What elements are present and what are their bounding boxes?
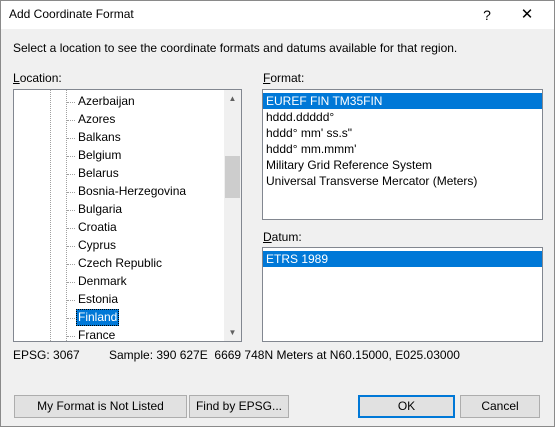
datum-item[interactable]: ETRS 1989 [263,251,542,267]
location-item-czech-republic[interactable]: Czech Republic [76,255,164,272]
tree-connector [67,336,75,337]
find-by-epsg-button[interactable]: Find by EPSG... [189,395,289,418]
tree-connector [67,156,75,157]
scrollbar-thumb[interactable] [225,156,240,198]
format-list[interactable]: EUREF FIN TM35FIN hddd.ddddd° hddd° mm' ss… [262,89,543,220]
sample-coordinate: Sample: 390 627E 6669 748N Meters at N60… [109,348,460,362]
location-item-croatia[interactable]: Croatia [76,219,119,236]
tree-connector [67,300,75,301]
location-label: Location: [13,71,62,85]
format-label-text: ormat: [270,71,305,85]
tree-guide-line [50,90,51,341]
location-item-finland[interactable]: Finland [76,309,120,326]
tree-connector [67,318,75,319]
scroll-up-icon[interactable]: ▲ [224,90,241,107]
format-item[interactable]: Military Grid Reference System [263,157,542,173]
tree-connector [67,246,75,247]
datum-list[interactable]: ETRS 1989 [262,247,543,342]
close-icon[interactable]: ✕ [515,4,539,26]
location-item-bulgaria[interactable]: Bulgaria [76,201,124,218]
tree-connector [67,192,75,193]
format-item[interactable]: hddd° mm' ss.s" [263,125,542,141]
format-item[interactable]: Universal Transverse Mercator (Meters) [263,173,542,189]
location-tree[interactable]: Azerbaijan Azores Balkans Belgium Belarus Bos… [13,89,242,342]
scroll-down-icon[interactable]: ▼ [224,324,241,341]
tree-connector [67,210,75,211]
tree-connector [67,138,75,139]
format-label: Format: [263,71,304,85]
location-item-denmark[interactable]: Denmark [76,273,129,290]
format-item[interactable]: hddd° mm.mmm' [263,141,542,157]
datum-label-mnemonic: D [263,230,272,244]
location-item-belgium[interactable]: Belgium [76,147,123,164]
tree-connector [67,264,75,265]
add-coordinate-format-dialog: Add Coordinate Format ? ✕ Select a locat… [0,0,555,427]
title-bar: Add Coordinate Format ? ✕ [1,1,554,29]
location-item-france[interactable]: France [76,327,117,341]
location-label-mnemonic: L [13,71,20,85]
tree-connector [67,102,75,103]
my-format-not-listed-button[interactable]: My Format is Not Listed [14,395,187,418]
location-item-bosnia-herzegovina[interactable]: Bosnia-Herzegovina [76,183,188,200]
location-item-azerbaijan[interactable]: Azerbaijan [76,93,137,110]
location-item-balkans[interactable]: Balkans [76,129,123,146]
location-item-azores[interactable]: Azores [76,111,117,128]
help-icon[interactable]: ? [477,5,497,25]
cancel-button[interactable]: Cancel [460,395,540,418]
window-title: Add Coordinate Format [9,7,134,21]
format-item[interactable]: hddd.ddddd° [263,109,542,125]
location-item-cyprus[interactable]: Cyprus [76,237,118,254]
location-label-text: ocation: [19,71,62,85]
tree-connector [67,174,75,175]
tree-connector [67,228,75,229]
location-item-belarus[interactable]: Belarus [76,165,121,182]
datum-label-text: atum: [271,230,302,244]
tree-connector [67,120,75,121]
location-scrollbar[interactable]: ▲ ▼ [224,90,241,341]
instruction-text: Select a location to see the coordinate … [13,41,458,55]
location-item-estonia[interactable]: Estonia [76,291,120,308]
tree-connector [67,282,75,283]
ok-button[interactable]: OK [358,395,455,418]
format-item[interactable]: EUREF FIN TM35FIN [263,93,542,109]
tree-guide-line [66,90,67,341]
datum-label: Datum: [263,230,302,244]
epsg-code: EPSG: 3067 [13,348,80,362]
